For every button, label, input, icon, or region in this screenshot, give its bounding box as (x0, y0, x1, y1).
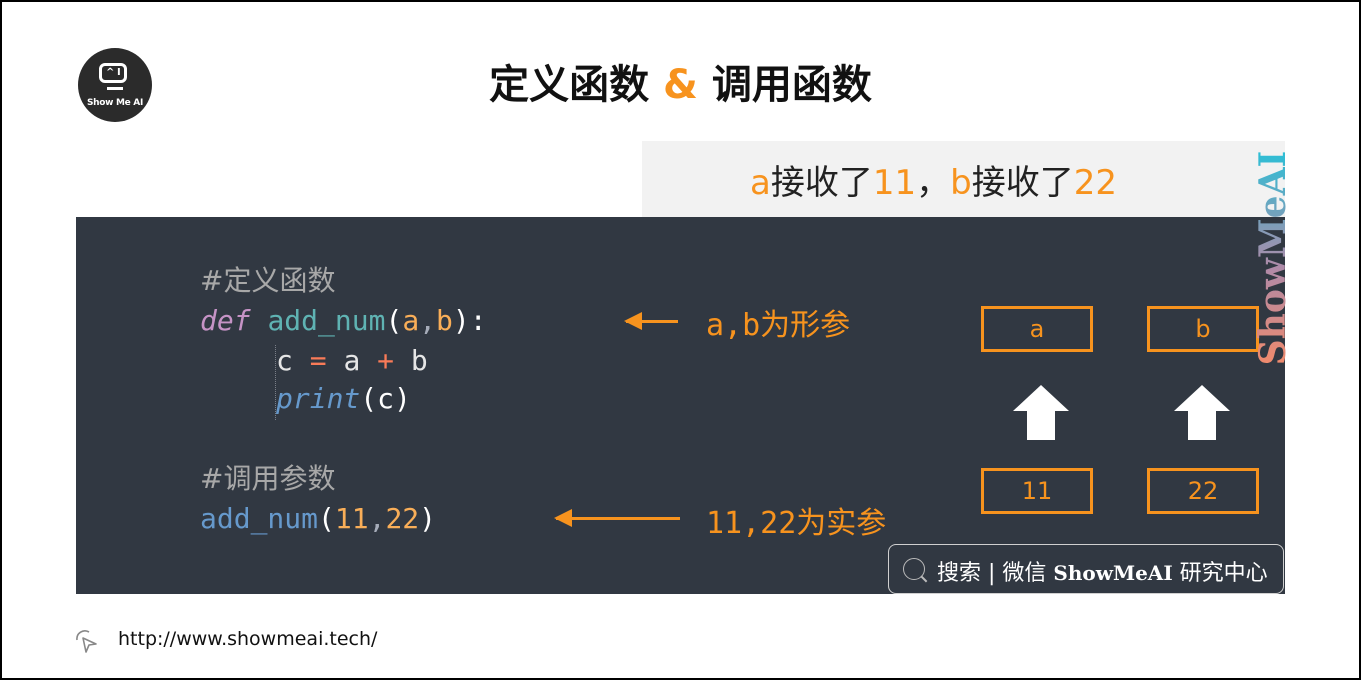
up-arrow-icon (1013, 385, 1069, 441)
up-arrow-icon (1174, 385, 1230, 441)
op-eq: = (309, 344, 327, 377)
page-title: 定义函数 & 调用函数 (0, 52, 1361, 110)
callout-b: b (950, 163, 972, 203)
paren-colon: ): (452, 304, 487, 337)
paren-close: ) (419, 502, 437, 535)
callout-v1: 11 (872, 163, 917, 203)
param-b: b (436, 304, 453, 337)
call-function-name: add_num (200, 502, 319, 535)
code-line-call: add_num(11,22) (200, 500, 436, 538)
code-line-comment-call: #调用参数 (200, 460, 335, 498)
callout-sep: ， (916, 163, 951, 203)
callout-v2: 22 (1073, 163, 1117, 203)
code-line-def: def add_num(a,b): (200, 302, 487, 340)
arg-11: 11 (334, 502, 369, 535)
param-box-a: a (981, 306, 1093, 352)
callout-a: a (750, 163, 771, 203)
code-line-print: print(c) (276, 380, 411, 418)
var-a: a (343, 344, 361, 377)
cursor-click-icon (76, 630, 97, 653)
function-name: add_num (267, 304, 386, 337)
search-badge-label: 搜索 | 微信 ShowMeAI 研究中心 (937, 555, 1268, 587)
search-badge[interactable]: 搜索 | 微信 ShowMeAI 研究中心 (888, 544, 1284, 594)
code-line-body: c = a + b (276, 342, 428, 380)
badge-suffix: 研究中心 (1172, 561, 1268, 586)
comma: , (419, 304, 437, 337)
search-icon (903, 558, 925, 580)
left-arrow-icon (624, 312, 678, 330)
callout-banner: a接收了11，b接收了22 (642, 141, 1285, 217)
paren: ( (318, 502, 335, 535)
arg-box-11: 11 (981, 468, 1093, 514)
comment: #调用参数 (200, 462, 336, 495)
watermark-text: ShowMeAI (1252, 150, 1294, 365)
watermark: ShowMeAI (1252, 140, 1294, 375)
arg-box-22: 22 (1147, 468, 1259, 514)
var-b: b (410, 344, 428, 377)
badge-brand: ShowMeAI (1053, 561, 1173, 585)
left-arrow-icon (554, 509, 680, 527)
annotation-formal-params: a,b为形参 (706, 308, 851, 343)
title-ampersand: & (663, 62, 698, 108)
title-left: 定义函数 (489, 62, 650, 108)
param-a: a (402, 304, 420, 337)
arg-22: 22 (385, 502, 420, 535)
callout-recv2: 接收了 (971, 163, 1074, 203)
builtin-print: print (276, 382, 361, 415)
badge-prefix: 搜索 | 微信 (937, 561, 1054, 586)
paren: ( (385, 304, 403, 337)
website-link[interactable]: http://www.showmeai.tech/ (118, 628, 377, 650)
comment: #定义函数 (200, 264, 336, 297)
callout-recv1: 接收了 (770, 163, 873, 203)
param-box-b: b (1147, 306, 1259, 352)
callout-text: a接收了11，b接收了22 (642, 155, 1225, 204)
var-c: c (276, 344, 293, 377)
code-line-comment-def: #定义函数 (200, 262, 335, 300)
title-right: 调用函数 (711, 62, 872, 108)
keyword-def: def (200, 304, 251, 337)
print-args: (c) (360, 382, 411, 415)
op-plus: + (377, 344, 395, 377)
annotation-actual-args: 11,22为实参 (706, 506, 887, 541)
comma: , (368, 502, 386, 535)
